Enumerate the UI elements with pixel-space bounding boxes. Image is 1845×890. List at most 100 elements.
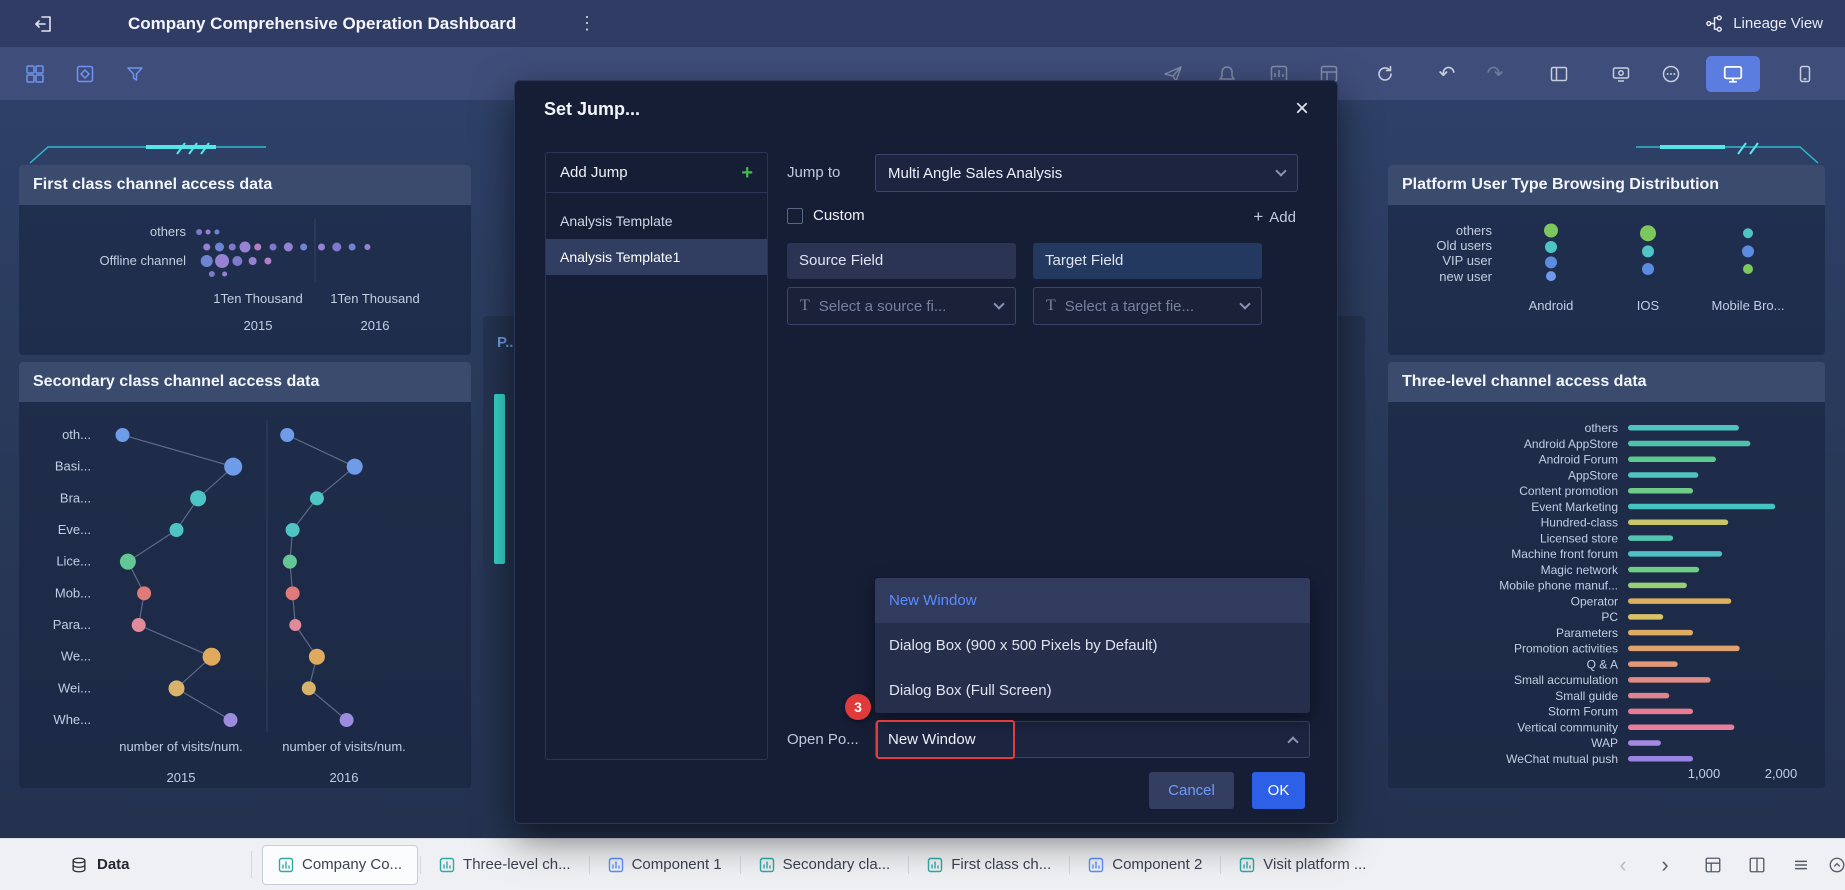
- set-jump-dialog: Set Jump... × Add Jump + Analysis Templa…: [514, 80, 1338, 824]
- custom-checkbox-row[interactable]: Custom: [787, 207, 865, 224]
- svg-text:Mobile Bro...: Mobile Bro...: [1712, 298, 1785, 313]
- svg-text:2015: 2015: [244, 318, 273, 333]
- dialog-title: Set Jump...: [544, 99, 641, 119]
- bottom-tab[interactable]: Company Co...: [262, 844, 419, 885]
- grid-view-icon[interactable]: [1700, 852, 1726, 878]
- bottom-tab[interactable]: Component 1: [592, 845, 738, 885]
- svg-text:We...: We...: [61, 649, 91, 664]
- jump-to-select[interactable]: Multi Angle Sales Analysis: [875, 154, 1298, 192]
- more-menu-icon[interactable]: ⋮: [578, 13, 596, 34]
- tab-list-icon[interactable]: [1788, 852, 1814, 878]
- chevron-up-icon: [1287, 735, 1299, 748]
- chart-panel-three-level[interactable]: Three-level channel access data others An…: [1388, 362, 1825, 788]
- dashboard-grid-icon[interactable]: [22, 61, 48, 87]
- bottom-tab[interactable]: Visit platform ...: [1223, 845, 1382, 885]
- more-options-icon[interactable]: [1658, 61, 1684, 87]
- add-jump-label: Add Jump: [560, 164, 628, 181]
- custom-label: Custom: [813, 207, 865, 224]
- svg-text:Small accumulation: Small accumulation: [1514, 673, 1618, 687]
- tab-scroll-left-icon[interactable]: ‹: [1610, 852, 1636, 878]
- svg-text:2,000: 2,000: [1765, 766, 1798, 781]
- exit-icon[interactable]: [34, 14, 54, 34]
- tab-chart-icon: [608, 857, 624, 873]
- svg-text:Operator: Operator: [1571, 594, 1618, 608]
- svg-text:VIP user: VIP user: [1442, 253, 1492, 268]
- decor-line-right: [1636, 142, 1819, 164]
- svg-text:others: others: [1456, 223, 1493, 238]
- custom-checkbox[interactable]: [787, 207, 803, 224]
- refresh-icon[interactable]: [1372, 61, 1398, 87]
- ok-button[interactable]: OK: [1252, 772, 1305, 809]
- redo-icon[interactable]: ↷: [1482, 61, 1508, 87]
- add-jump-plus-icon[interactable]: +: [741, 163, 753, 183]
- chart-title: First class channel access data: [19, 165, 471, 205]
- data-panel-button[interactable]: Data: [70, 839, 130, 890]
- desktop-view-button[interactable]: [1706, 55, 1760, 92]
- svg-text:Lice...: Lice...: [56, 554, 91, 569]
- mobile-view-button[interactable]: [1792, 61, 1818, 87]
- chart-panel-secondary-class[interactable]: Secondary class channel access data oth.…: [19, 362, 471, 788]
- source-field-header: Source Field: [787, 243, 1016, 279]
- plus-icon: +: [1253, 207, 1264, 226]
- open-position-option[interactable]: Dialog Box (900 x 500 Pixels by Default): [875, 623, 1310, 668]
- svg-text:Hundred-class: Hundred-class: [1541, 516, 1618, 530]
- bottom-tab[interactable]: Three-level ch...: [423, 845, 587, 885]
- jump-template-item[interactable]: Analysis Template: [546, 203, 767, 239]
- svg-text:WAP: WAP: [1591, 736, 1618, 750]
- collapse-bar-icon[interactable]: [1824, 852, 1845, 878]
- lineage-view-button[interactable]: Lineage View: [1705, 14, 1823, 33]
- svg-text:Small guide: Small guide: [1555, 689, 1618, 703]
- svg-text:Event Marketing: Event Marketing: [1531, 500, 1618, 514]
- chevron-down-icon: [993, 298, 1005, 310]
- svg-text:Wei...: Wei...: [58, 680, 91, 695]
- tab-separator: [908, 855, 910, 874]
- sidebar-layout-icon[interactable]: [1546, 61, 1572, 87]
- svg-text:Q & A: Q & A: [1587, 657, 1618, 671]
- tab-scroll-right-icon[interactable]: ›: [1652, 852, 1678, 878]
- open-position-select[interactable]: New Window: [875, 721, 1310, 758]
- chart-title: Platform User Type Browsing Distribution: [1388, 165, 1825, 205]
- jump-template-list: Analysis Template Analysis Template1: [546, 193, 767, 275]
- chart-panel-first-class[interactable]: First class channel access data others Of…: [19, 165, 471, 355]
- chart-panel-platform-user[interactable]: Platform User Type Browsing Distribution…: [1388, 165, 1825, 355]
- svg-text:1Ten Thousand: 1Ten Thousand: [213, 291, 302, 306]
- platform-user-chart: othersOld usersVIP usernew user Android IO…: [1436, 223, 1785, 313]
- svg-text:Basi...: Basi...: [55, 459, 91, 474]
- jump-to-label: Jump to: [787, 164, 841, 181]
- step-annotation-badge: 3: [845, 694, 871, 720]
- svg-text:Mob...: Mob...: [55, 585, 91, 600]
- open-position-option[interactable]: Dialog Box (Full Screen): [875, 668, 1310, 713]
- jump-template-item[interactable]: Analysis Template1: [546, 239, 767, 275]
- source-field-select[interactable]: T Select a source fi...: [787, 287, 1016, 325]
- bottom-tab[interactable]: Secondary cla...: [743, 845, 907, 885]
- secondary-class-chart: oth... Basi... Bra... Eve... Lice... Mob... Pa…: [53, 420, 406, 785]
- undo-icon[interactable]: ↶: [1434, 61, 1460, 87]
- tab-chart-icon: [1239, 857, 1255, 873]
- svg-text:Machine front forum: Machine front forum: [1511, 547, 1618, 561]
- svg-text:IOS: IOS: [1637, 298, 1660, 313]
- split-columns-icon[interactable]: [1744, 852, 1770, 878]
- target-field-select[interactable]: T Select a target fie...: [1033, 287, 1262, 325]
- jump-to-value: Multi Angle Sales Analysis: [888, 164, 1063, 182]
- add-field-button[interactable]: + Add: [1253, 207, 1296, 227]
- close-icon[interactable]: ×: [1289, 93, 1315, 125]
- lineage-view-label: Lineage View: [1733, 15, 1823, 32]
- svg-text:WeChat mutual push: WeChat mutual push: [1506, 752, 1618, 766]
- tab-chart-icon: [439, 857, 455, 873]
- display-settings-icon[interactable]: [1608, 61, 1634, 87]
- svg-text:Eve...: Eve...: [58, 522, 91, 537]
- open-position-option[interactable]: New Window: [875, 578, 1310, 623]
- divider: [251, 851, 252, 878]
- bottom-tab[interactable]: Component 2: [1072, 845, 1218, 885]
- tab-separator: [1069, 855, 1071, 874]
- jump-list-panel: Add Jump + Analysis Template Analysis Tem…: [545, 152, 768, 760]
- tab-separator: [739, 855, 741, 874]
- cancel-button[interactable]: Cancel: [1149, 772, 1234, 809]
- component-icon[interactable]: [72, 61, 98, 87]
- tab-chart-icon: [1088, 857, 1104, 873]
- bottom-tab[interactable]: First class ch...: [911, 845, 1067, 885]
- filter-icon[interactable]: [122, 61, 148, 87]
- svg-text:Magic network: Magic network: [1541, 563, 1619, 577]
- chevron-down-icon: [1239, 298, 1251, 310]
- open-position-dropdown: New Window Dialog Box (900 x 500 Pixels b…: [875, 578, 1310, 713]
